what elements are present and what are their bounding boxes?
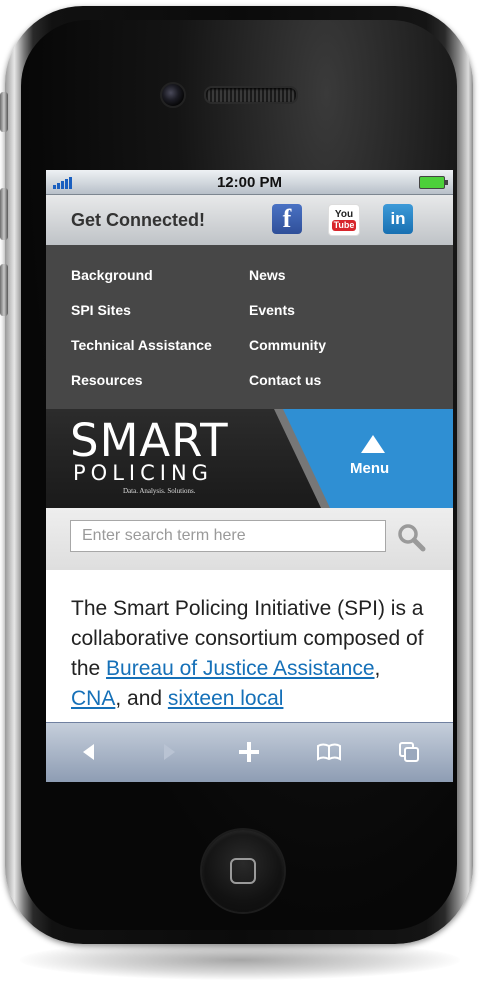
earpiece-speaker (204, 86, 298, 104)
cna-link[interactable]: CNA (71, 687, 115, 710)
nav-item-contact-us[interactable]: Contact us (249, 372, 321, 388)
youtube-icon[interactable]: You Tube (328, 204, 360, 236)
youtube-tube-text: Tube (331, 219, 357, 231)
status-time: 12:00 PM (216, 174, 283, 191)
intro-separator-2: , and (115, 687, 168, 710)
nav-item-community[interactable]: Community (249, 337, 326, 353)
nav-item-news[interactable]: News (249, 267, 286, 283)
home-button[interactable] (202, 830, 284, 912)
browser-toolbar (46, 722, 453, 782)
menu-label[interactable]: Menu (350, 460, 389, 477)
forward-icon[interactable] (152, 737, 186, 767)
phone-screen: 12:00 PM Get Connected! f You Tube in Ba… (46, 170, 453, 782)
bja-link[interactable]: Bureau of Justice Assistance (106, 657, 374, 680)
menu-toggle-button[interactable] (283, 409, 453, 508)
search-icon[interactable] (396, 522, 426, 552)
facebook-glyph: f (282, 204, 292, 233)
brand-banner: SMART POLICING Data. Analysis. Solutions… (46, 409, 453, 508)
search-input[interactable] (70, 520, 386, 552)
home-square-icon (230, 858, 256, 884)
search-bar (46, 508, 453, 570)
battery-icon (419, 176, 448, 189)
nav-item-events[interactable]: Events (249, 302, 295, 318)
sixteen-local-link[interactable]: sixteen local (168, 687, 284, 710)
social-header: Get Connected! f You Tube in (46, 195, 453, 245)
nav-item-resources[interactable]: Resources (71, 372, 143, 388)
logo-policing-text[interactable]: POLICING (73, 461, 213, 485)
back-icon[interactable] (72, 737, 106, 767)
nav-item-spi-sites[interactable]: SPI Sites (71, 302, 131, 318)
mute-switch (0, 92, 8, 132)
front-camera (160, 82, 186, 108)
nav-item-background[interactable]: Background (71, 267, 153, 283)
facebook-icon[interactable]: f (272, 204, 302, 234)
triangle-up-icon (361, 435, 385, 453)
youtube-you-text: You (334, 208, 354, 220)
volume-up-button (0, 188, 8, 240)
nav-item-technical-assistance[interactable]: Technical Assistance (71, 337, 212, 353)
status-bar: 12:00 PM (46, 170, 453, 195)
intro-separator-1: , (374, 657, 381, 680)
pages-icon[interactable] (392, 737, 426, 767)
intro-paragraph: The Smart Policing Initiative (SPI) is a… (71, 594, 433, 714)
phone-shadow (20, 940, 460, 980)
volume-down-button (0, 264, 8, 316)
linkedin-glyph: in (390, 209, 406, 228)
connect-title: Get Connected! (71, 210, 206, 230)
nav-menu: Background News SPI Sites Events Technic… (46, 245, 453, 409)
bookmarks-icon[interactable] (312, 737, 346, 767)
add-icon[interactable] (232, 737, 266, 767)
linkedin-icon[interactable]: in (383, 204, 413, 234)
logo-tagline: Data. Analysis. Solutions. (123, 487, 196, 495)
logo-smart-text[interactable]: SMART (70, 418, 229, 463)
